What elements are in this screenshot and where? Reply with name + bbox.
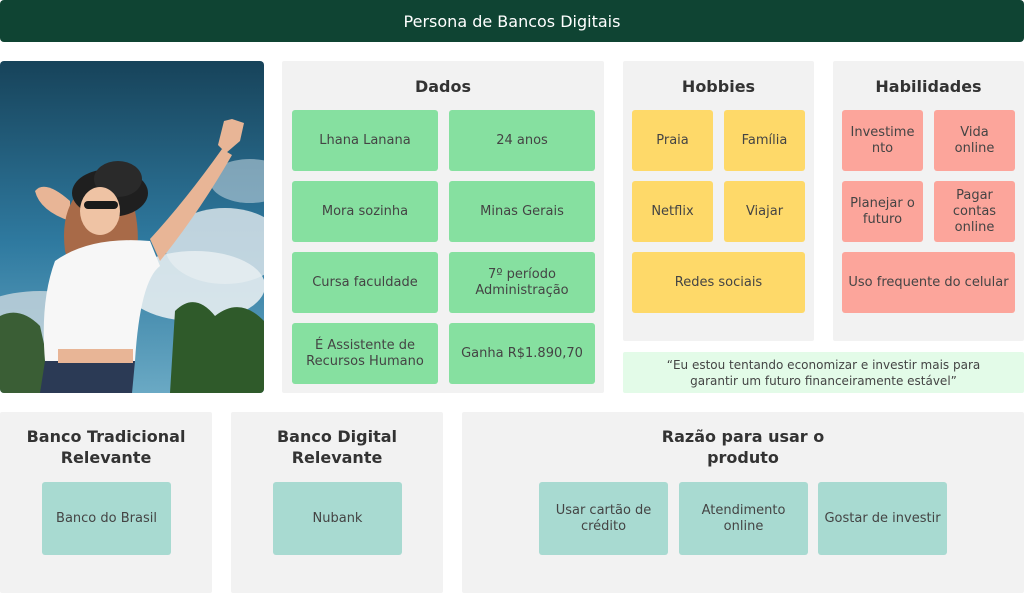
quote-text: “Eu estou tentando economizar e investir… (666, 357, 981, 388)
page-title: Persona de Bancos Digitais (403, 11, 621, 31)
dados-item: 7º período Administração (449, 252, 595, 313)
banco-digital-title: Banco Digital Relevante (276, 427, 398, 467)
dados-item: Cursa faculdade (292, 252, 438, 313)
razao-panel: Razão para usar o produto Usar cartão de… (462, 412, 1024, 593)
razao-item: Usar cartão de crédito (539, 482, 668, 555)
banco-tradicional-item: Banco do Brasil (42, 482, 171, 555)
hobby-item: Família (724, 110, 805, 171)
skill-item: Vida online (934, 110, 1015, 171)
hobby-item: Netflix (632, 181, 713, 242)
razao-item: Gostar de investir (818, 482, 947, 555)
hobby-item: Redes sociais (632, 252, 805, 313)
habilidades-title: Habilidades (875, 77, 982, 96)
dados-panel: Dados Lhana Lanana 24 anos Mora sozinha … (282, 61, 604, 393)
razao-item: Atendimento online (679, 482, 808, 555)
dados-item: Ganha R$1.890,70 (449, 323, 595, 384)
hobby-item: Praia (632, 110, 713, 171)
habilidades-panel: Habilidades Investime nto Vida online Pl… (833, 61, 1024, 341)
dados-item: 24 anos (449, 110, 595, 171)
banco-tradicional-panel: Banco Tradicional Relevante Banco do Bra… (0, 412, 212, 593)
dados-item: É Assistente de Recursos Humano (292, 323, 438, 384)
dados-item: Lhana Lanana (292, 110, 438, 171)
persona-photo (0, 61, 264, 393)
skill-item: Planejar o futuro (842, 181, 923, 242)
banco-tradicional-title: Banco Tradicional Relevante (26, 427, 186, 467)
dados-item: Mora sozinha (292, 181, 438, 242)
skill-item: Investime nto (842, 110, 923, 171)
dados-title: Dados (414, 77, 472, 96)
persona-quote: “Eu estou tentando economizar e investir… (623, 352, 1024, 393)
woman-arms-raised-photo (0, 61, 264, 393)
banco-digital-item: Nubank (273, 482, 402, 555)
dados-item: Minas Gerais (449, 181, 595, 242)
hobbies-panel: Hobbies Praia Família Netflix Viajar Red… (623, 61, 814, 341)
banco-digital-panel: Banco Digital Relevante Nubank (231, 412, 443, 593)
skill-item: Uso frequente do celular (842, 252, 1015, 313)
hobby-item: Viajar (724, 181, 805, 242)
hobbies-title: Hobbies (681, 77, 756, 96)
razao-title: Razão para usar o produto (661, 427, 825, 467)
skill-item: Pagar contas online (934, 181, 1015, 242)
page-header: Persona de Bancos Digitais (0, 0, 1024, 42)
